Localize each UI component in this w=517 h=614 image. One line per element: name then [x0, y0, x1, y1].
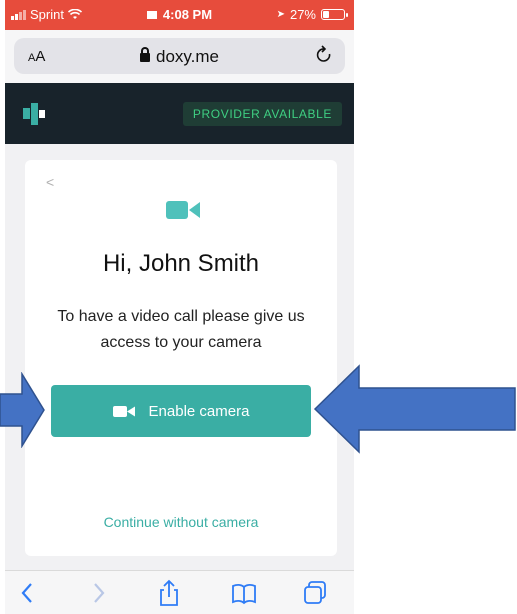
status-badge: PROVIDER AVAILABLE — [182, 102, 342, 126]
video-camera-icon — [166, 201, 200, 219]
url-text: doxy.me — [156, 47, 219, 66]
app-header: PROVIDER AVAILABLE — [5, 83, 354, 144]
url-display[interactable]: doxy.me — [14, 47, 345, 67]
share-icon[interactable] — [155, 579, 183, 607]
address-bar-area: AA doxy.me — [5, 30, 354, 83]
enable-camera-button[interactable]: Enable camera — [51, 385, 311, 437]
safari-toolbar — [5, 570, 354, 614]
greeting-heading: Hi, John Smith — [102, 250, 260, 277]
reload-icon[interactable] — [315, 45, 333, 65]
chevron-left-icon[interactable] — [14, 579, 42, 607]
location-icon: ➤ — [276, 9, 285, 20]
battery-group: ➤ 27% — [277, 7, 348, 22]
phone-screen: Sprint 4:08 PM ➤ 27% AA doxy.me PROVIDER… — [5, 0, 354, 614]
battery-icon — [321, 9, 345, 20]
book-icon[interactable] — [230, 579, 258, 607]
video-camera-icon — [112, 405, 135, 417]
back-chevron-icon[interactable]: < — [46, 174, 54, 190]
chevron-right-icon[interactable] — [84, 579, 112, 607]
status-bar: Sprint 4:08 PM ➤ 27% — [5, 0, 354, 30]
continue-without-camera-link[interactable]: Continue without camera — [25, 514, 337, 530]
lock-icon — [140, 47, 150, 62]
enable-camera-label: Enable camera — [148, 402, 250, 420]
permission-message: To have a video call please give us acce… — [57, 308, 305, 351]
doxy-logo-icon — [23, 103, 45, 125]
battery-nub — [346, 12, 348, 17]
battery-percent: 27% — [289, 7, 316, 22]
annotation-arrow-left-pointing — [313, 364, 516, 454]
tabs-icon[interactable] — [301, 579, 329, 607]
address-bar[interactable]: AA doxy.me — [14, 38, 345, 74]
annotation-arrow-right-pointing — [0, 372, 45, 448]
screen-record-icon — [146, 11, 157, 19]
camera-permission-card: < Hi, John Smith To have a video call pl… — [25, 160, 337, 556]
